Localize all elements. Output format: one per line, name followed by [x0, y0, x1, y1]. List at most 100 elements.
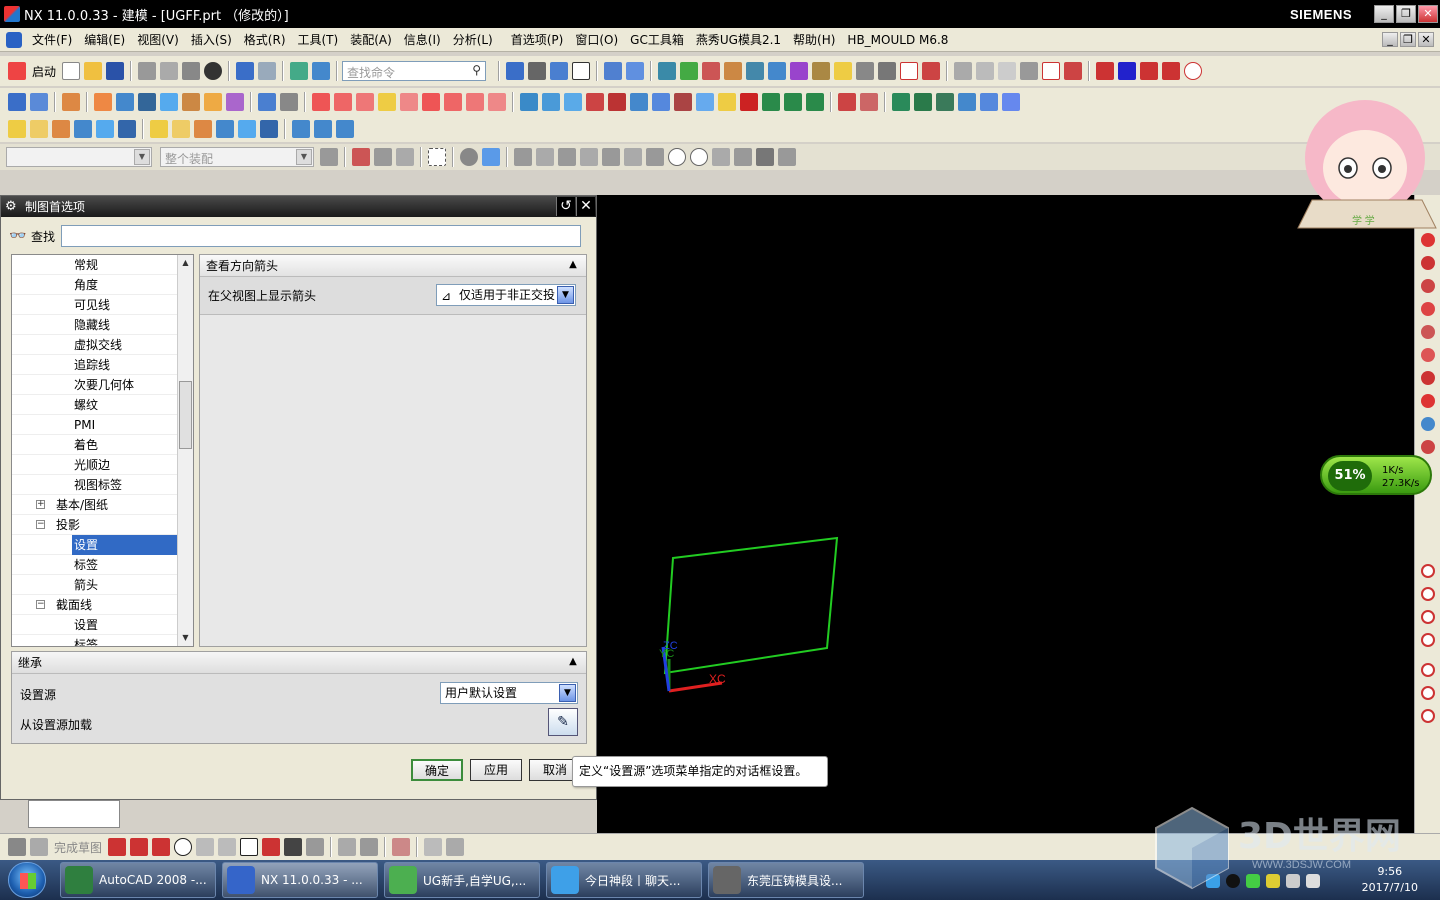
sk-circle-icon[interactable] [174, 838, 193, 856]
menu-info[interactable]: 信息(I) [398, 31, 447, 48]
cooling-icon[interactable] [980, 93, 998, 111]
menu-insert[interactable]: 插入(S) [185, 31, 238, 48]
tree-item[interactable]: − 截面线 [12, 595, 177, 615]
sk-rectangle-icon[interactable] [240, 838, 259, 856]
reset-icon[interactable]: ↺ [556, 197, 575, 216]
graphics-window[interactable]: XC YC ZC [597, 195, 1414, 833]
stop-icon[interactable] [740, 93, 758, 111]
r-circle-5-icon[interactable] [1420, 663, 1435, 677]
doc-close-button[interactable]: ✕ [1418, 32, 1434, 47]
draft-icon[interactable] [422, 93, 440, 111]
sk-trim-icon[interactable] [338, 838, 357, 856]
menu-format[interactable]: 格式(R) [238, 31, 292, 48]
layout-3-icon[interactable] [336, 120, 354, 138]
taskbar-button[interactable]: UG新手,自学UG,... [384, 862, 540, 898]
shaded-icon[interactable] [460, 148, 478, 166]
quick-extend-icon[interactable] [976, 62, 995, 80]
taskbar-button[interactable]: AutoCAD 2008 -... [60, 862, 216, 898]
section-icon[interactable] [746, 62, 765, 80]
r-spline-icon[interactable] [1420, 348, 1435, 362]
offset-curve-icon[interactable] [1020, 62, 1039, 80]
surface-icon[interactable] [838, 93, 856, 111]
expand-icon[interactable]: + [36, 500, 45, 509]
r-circle-1-icon[interactable] [1420, 564, 1435, 578]
rotate-icon[interactable] [52, 120, 70, 138]
thicken-icon[interactable] [542, 93, 560, 111]
tree-item[interactable]: 设置 [12, 535, 178, 555]
tree-item[interactable]: 常规 [12, 255, 177, 275]
type-filter-select[interactable]: ▼ [6, 147, 152, 167]
graphics-canvas[interactable]: XC YC ZC [597, 195, 1414, 833]
extend-curve-icon[interactable] [878, 62, 897, 80]
collapse-icon[interactable]: − [36, 520, 45, 529]
snap-on-face-icon[interactable] [756, 148, 774, 166]
tree-item[interactable]: 标签 [12, 555, 177, 575]
face-analysis-icon[interactable] [724, 62, 743, 80]
collapse-caret-icon[interactable]: ▲ [566, 258, 580, 272]
sk-offset-icon[interactable] [306, 838, 325, 856]
menu-help[interactable]: 帮助(H) [787, 31, 841, 48]
collapse-icon[interactable]: − [36, 600, 45, 609]
sk-chamfer-icon[interactable] [218, 838, 237, 856]
chamfer-icon[interactable] [1042, 62, 1061, 80]
scroll-thumb[interactable] [179, 381, 192, 449]
sketch-icon[interactable] [8, 838, 26, 856]
menu-edit[interactable]: 编辑(E) [78, 31, 131, 48]
cavity-layout-icon[interactable] [1002, 93, 1020, 111]
ejector-pin-icon[interactable] [914, 93, 932, 111]
move-face-icon[interactable] [674, 93, 692, 111]
pocket-icon[interactable] [116, 93, 134, 111]
snap-on-curve-icon[interactable] [734, 148, 752, 166]
show-arrow-select[interactable]: ⊿ 仅适用于非正交投 ▼ [436, 284, 576, 306]
doc-minimize-button[interactable]: _ [1382, 32, 1398, 47]
tree-item[interactable]: 隐藏线 [12, 315, 177, 335]
csys-2-icon[interactable] [260, 120, 278, 138]
menu-gc-toolbox[interactable]: GC工具箱 [624, 31, 690, 48]
plane-icon[interactable] [96, 120, 114, 138]
menu-preferences[interactable]: 首选项(P) [505, 31, 570, 48]
mascot-widget[interactable]: 学 学 [1292, 88, 1438, 240]
csys-icon[interactable] [118, 120, 136, 138]
render-style-icon[interactable] [528, 62, 547, 80]
curve-analysis-icon[interactable] [768, 62, 787, 80]
groove-icon[interactable] [182, 93, 200, 111]
snap-mid-icon[interactable] [536, 148, 554, 166]
chamfer-edge-icon[interactable] [400, 93, 418, 111]
wcs-icon[interactable] [604, 62, 623, 80]
revolve-icon[interactable] [30, 93, 48, 111]
network-speed-meter[interactable]: 51% 1K/s 27.3K/s [1320, 455, 1432, 495]
view-layout-icon[interactable] [506, 62, 525, 80]
ok-button[interactable]: 确定 [411, 759, 463, 781]
book-icon[interactable] [834, 62, 853, 80]
snap-existing-icon[interactable] [646, 148, 664, 166]
r-circle-3-icon[interactable] [1420, 610, 1435, 624]
sk-dimension-icon[interactable] [424, 838, 443, 856]
r-offset-icon[interactable] [1420, 371, 1435, 385]
resize-face-icon[interactable] [696, 93, 714, 111]
menu-assembly[interactable]: 装配(A) [344, 31, 398, 48]
snap-control-icon[interactable] [558, 148, 576, 166]
point-2-icon[interactable] [216, 120, 234, 138]
menu-yanxiu[interactable]: 燕秀UG模具2.1 [690, 31, 787, 48]
sk-extend-icon[interactable] [360, 838, 379, 856]
trim-curve-icon[interactable] [856, 62, 875, 80]
rib-icon[interactable] [204, 93, 222, 111]
quick-trim-icon[interactable] [954, 62, 973, 80]
scale-body-icon[interactable] [564, 93, 582, 111]
sk-polygon-icon[interactable] [262, 838, 281, 856]
settings-source-select[interactable]: 用户默认设置 ▼ [440, 682, 578, 704]
eyedropper-icon[interactable]: ✎ [548, 708, 578, 736]
slider-icon[interactable] [936, 93, 954, 111]
r-circle-6-icon[interactable] [1420, 686, 1435, 700]
flag-icon[interactable] [1118, 62, 1137, 80]
measure-icon[interactable] [702, 62, 721, 80]
plane-2-icon[interactable] [238, 120, 256, 138]
snap-intersect-icon[interactable] [580, 148, 598, 166]
tree-item[interactable]: PMI [12, 415, 177, 435]
cube-view-icon[interactable] [482, 148, 500, 166]
r-polyline-icon[interactable] [1420, 256, 1435, 270]
point-icon[interactable] [74, 120, 92, 138]
deviation-icon[interactable] [790, 62, 809, 80]
snap-point-icon[interactable] [712, 148, 730, 166]
taskbar-button[interactable]: NX 11.0.0.33 - ... [222, 862, 378, 898]
